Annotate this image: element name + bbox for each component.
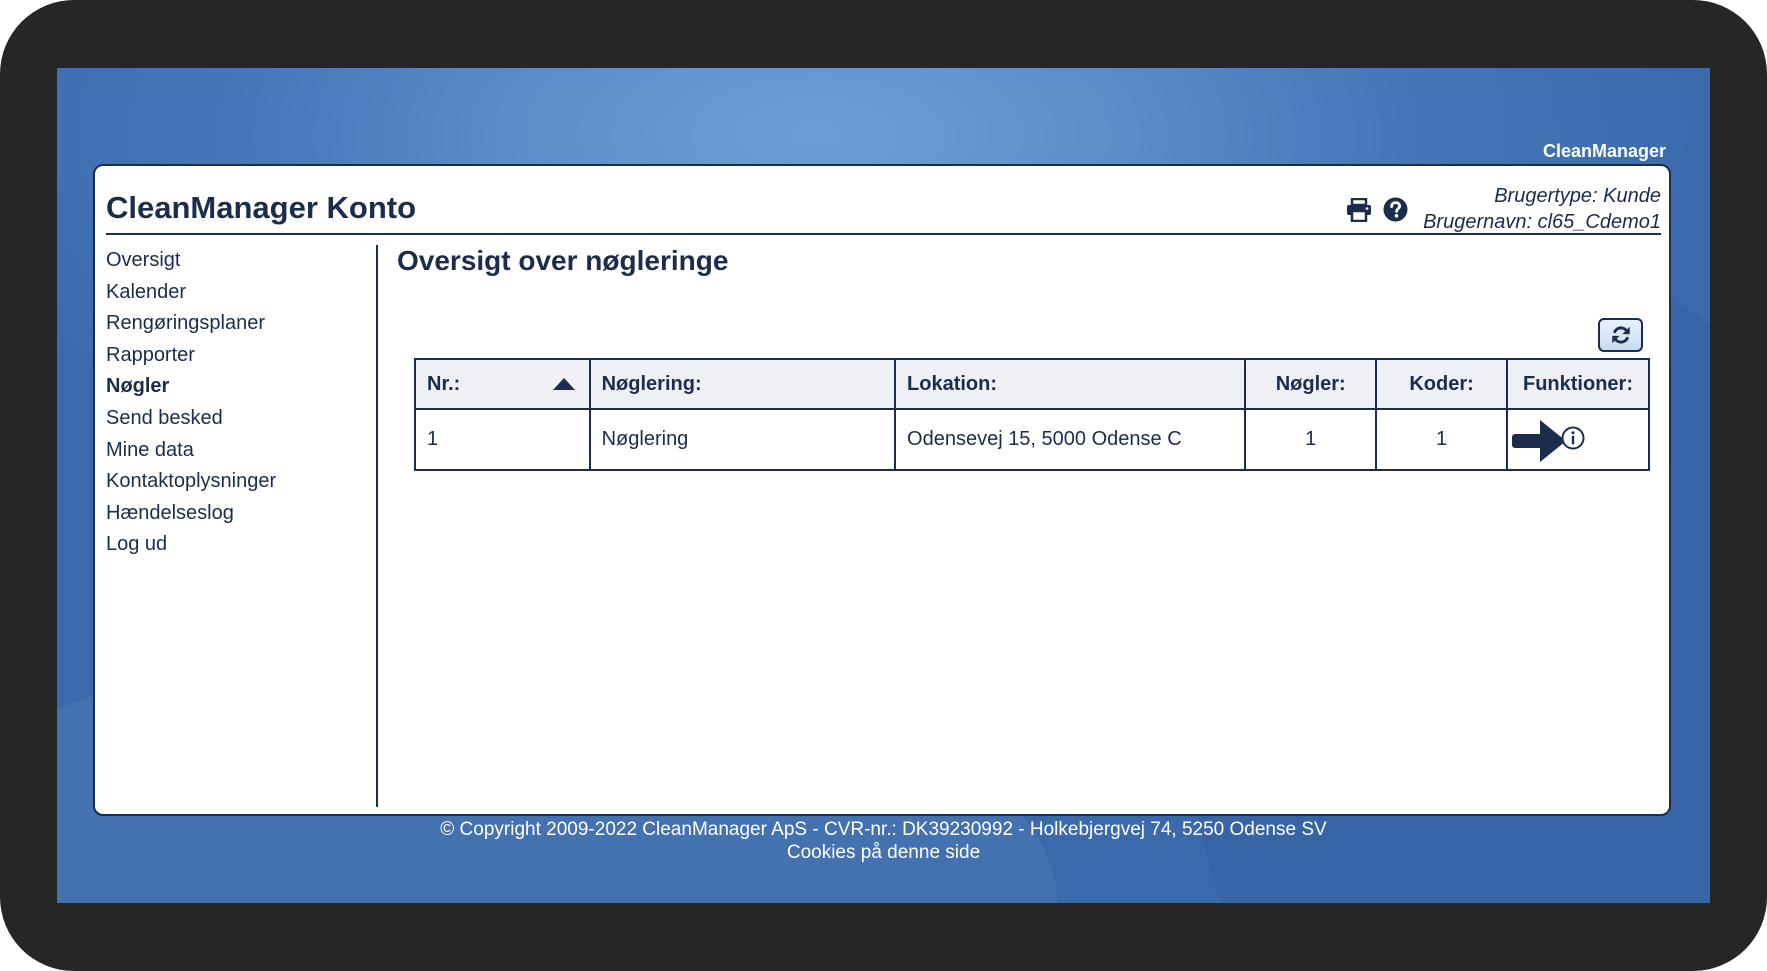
main-content: Oversigt over nøgleringe Nr.: Nøglering:…: [389, 245, 1650, 804]
sidebar-item-haendelseslog[interactable]: Hændelseslog: [106, 498, 376, 530]
sidebar-item-rengoringsplaner[interactable]: Rengøringsplaner: [106, 308, 376, 340]
panel-header: CleanManager Konto Brugertype: Kunde Bru…: [106, 166, 1661, 235]
table-row: 1 Nøglering Odensevej 15, 5000 Odense C …: [414, 408, 1650, 471]
screen: CleanManager CleanManager Konto Brugerty…: [57, 68, 1710, 903]
cell-funktioner: [1506, 408, 1650, 471]
sidebar-item-nogler[interactable]: Nøgler: [106, 371, 376, 403]
column-header-nr[interactable]: Nr.:: [414, 358, 591, 410]
column-header-noglering[interactable]: Nøglering:: [588, 358, 897, 410]
device-frame: CleanManager CleanManager Konto Brugerty…: [0, 0, 1767, 971]
header-icons: [1345, 196, 1409, 223]
sort-ascending-icon[interactable]: [552, 378, 575, 390]
sidebar-nav: Oversigt Kalender Rengøringsplaner Rappo…: [106, 245, 378, 807]
page-title: CleanManager Konto: [106, 190, 417, 225]
sidebar-item-rapporter[interactable]: Rapporter: [106, 340, 376, 372]
sidebar-item-mine-data[interactable]: Mine data: [106, 435, 376, 467]
refresh-icon: [1611, 326, 1630, 344]
refresh-button[interactable]: [1598, 318, 1643, 352]
cell-nr: 1: [414, 408, 591, 471]
print-icon[interactable]: [1345, 196, 1372, 223]
section-title: Oversigt over nøgleringe: [397, 245, 729, 276]
keyrings-table: Nr.: Nøglering: Lokation: Nøgler: Koder:…: [414, 358, 1650, 471]
cell-lokation: Odensevej 15, 5000 Odense C: [894, 408, 1247, 471]
column-header-koder[interactable]: Koder:: [1375, 358, 1508, 410]
column-header-nogler[interactable]: Nøgler:: [1244, 358, 1378, 410]
sidebar-item-kalender[interactable]: Kalender: [106, 277, 376, 309]
account-panel: CleanManager Konto Brugertype: Kunde Bru…: [93, 164, 1671, 816]
cell-noglering: Nøglering: [588, 408, 897, 471]
sidebar-item-log-ud[interactable]: Log ud: [106, 529, 376, 561]
user-info: Brugertype: Kunde Brugernavn: cl65_Cdemo…: [1423, 183, 1661, 235]
sidebar-item-kontaktoplysninger[interactable]: Kontaktoplysninger: [106, 466, 376, 498]
cell-koder: 1: [1375, 408, 1508, 471]
brand-label: CleanManager: [1542, 141, 1666, 161]
column-header-nr-label: Nr.:: [427, 372, 461, 395]
info-icon[interactable]: [1561, 426, 1585, 450]
copyright-text: © Copyright 2009-2022 CleanManager ApS -…: [440, 819, 1327, 840]
cell-nogler: 1: [1244, 408, 1378, 471]
cookies-link[interactable]: Cookies på denne side: [57, 841, 1710, 864]
footer: © Copyright 2009-2022 CleanManager ApS -…: [57, 818, 1710, 864]
user-type: Brugertype: Kunde: [1494, 185, 1661, 207]
help-icon[interactable]: [1382, 196, 1409, 223]
username: Brugernavn: cl65_Cdemo1: [1423, 211, 1661, 233]
column-header-funktioner: Funktioner:: [1506, 358, 1650, 410]
table-header-row: Nr.: Nøglering: Lokation: Nøgler: Koder:…: [414, 358, 1650, 410]
column-header-lokation[interactable]: Lokation:: [894, 358, 1247, 410]
sidebar-item-send-besked[interactable]: Send besked: [106, 403, 376, 435]
sidebar-item-oversigt[interactable]: Oversigt: [106, 245, 376, 277]
